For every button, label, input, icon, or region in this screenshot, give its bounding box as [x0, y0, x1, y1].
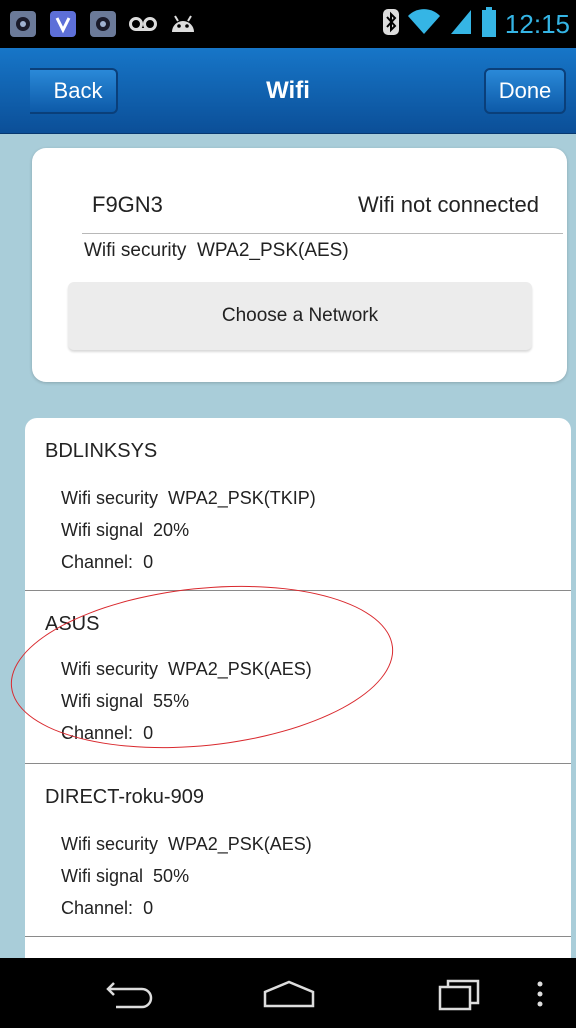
channel-value: 0 [143, 552, 154, 572]
channel-value: 0 [143, 898, 154, 918]
network-security: Wifi security WPA2_PSK(AES) [61, 659, 312, 680]
security-label: Wifi security [61, 488, 159, 508]
choose-network-label: Choose a Network [221, 305, 379, 326]
notification-icons [8, 8, 198, 40]
security-value: WPA2_PSK(AES) [168, 659, 312, 679]
voicemail-icon [128, 9, 158, 39]
network-channel: Channel: 0 [61, 898, 153, 919]
network-name: BDLINKSYS [45, 440, 158, 462]
security-value: WPA2_PSK(TKIP) [168, 488, 316, 508]
list-item-bdlinksys[interactable]: BDLINKSYS Wifi security WPA2_PSK(TKIP) W… [25, 418, 571, 590]
bluetooth-icon [382, 8, 399, 40]
cell-signal-icon [449, 8, 473, 41]
navigation-bar [0, 958, 576, 1028]
status-time: 12:15 [504, 8, 570, 39]
divider [25, 936, 571, 937]
channel-value: 0 [143, 723, 154, 743]
channel-label: Channel: [61, 898, 134, 918]
divider [82, 233, 563, 234]
done-button-label: Done [498, 78, 552, 103]
network-channel: Channel: 0 [61, 552, 153, 573]
android-icon [168, 9, 198, 39]
security-label: Wifi security [61, 659, 159, 679]
notification-icon [8, 9, 38, 39]
signal-label: Wifi signal [61, 691, 144, 711]
security-value: WPA2_PSK(AES) [196, 240, 349, 261]
channel-label: Channel: [61, 723, 134, 743]
choose-network-button[interactable]: Choose a Network [68, 282, 532, 350]
status-bar: 12:15 [0, 0, 576, 48]
connection-status: Wifi not connected [358, 192, 539, 217]
done-button[interactable]: Done [484, 68, 566, 114]
current-ssid: F9GN3 [92, 192, 163, 217]
home-icon[interactable] [254, 972, 324, 1016]
security-value: WPA2_PSK(AES) [168, 834, 312, 854]
network-signal: Wifi signal 20% [61, 520, 189, 541]
signal-label: Wifi signal [61, 520, 144, 540]
title-bar: Back Wifi Done [0, 48, 576, 134]
notification-icon [88, 9, 118, 39]
wifi-icon [407, 8, 441, 41]
network-channel: Channel: 0 [61, 723, 153, 744]
network-signal: Wifi signal 50% [61, 866, 189, 887]
list-item-direct-roku[interactable]: DIRECT-roku-909 Wifi security WPA2_PSK(A… [25, 764, 571, 936]
recent-apps-icon[interactable] [424, 972, 494, 1016]
current-network-card: F9GN3 Wifi not connected Wifi security W… [32, 148, 567, 382]
back-button-label: Back [53, 78, 103, 103]
network-name: DIRECT-roku-909 [45, 786, 204, 808]
network-name: ASUS [45, 613, 100, 635]
channel-label: Channel: [61, 552, 134, 572]
network-security: Wifi security WPA2_PSK(TKIP) [61, 488, 316, 509]
shield-icon [48, 9, 78, 39]
menu-icon[interactable] [520, 972, 560, 1016]
current-security: Wifi security WPA2_PSK(AES) [84, 240, 349, 262]
back-icon[interactable] [95, 972, 165, 1016]
system-icons: 12:15 [382, 6, 570, 42]
network-list: BDLINKSYS Wifi security WPA2_PSK(TKIP) W… [25, 418, 571, 958]
signal-value: 20% [153, 520, 190, 540]
security-label: Wifi security [61, 834, 159, 854]
signal-value: 50% [153, 866, 190, 886]
network-signal: Wifi signal 55% [61, 691, 189, 712]
signal-label: Wifi signal [61, 866, 144, 886]
security-label: Wifi security [84, 240, 187, 261]
list-item-asus[interactable]: ASUS Wifi security WPA2_PSK(AES) Wifi si… [25, 591, 571, 763]
network-security: Wifi security WPA2_PSK(AES) [61, 834, 312, 855]
battery-icon [481, 6, 497, 42]
signal-value: 55% [153, 691, 190, 711]
